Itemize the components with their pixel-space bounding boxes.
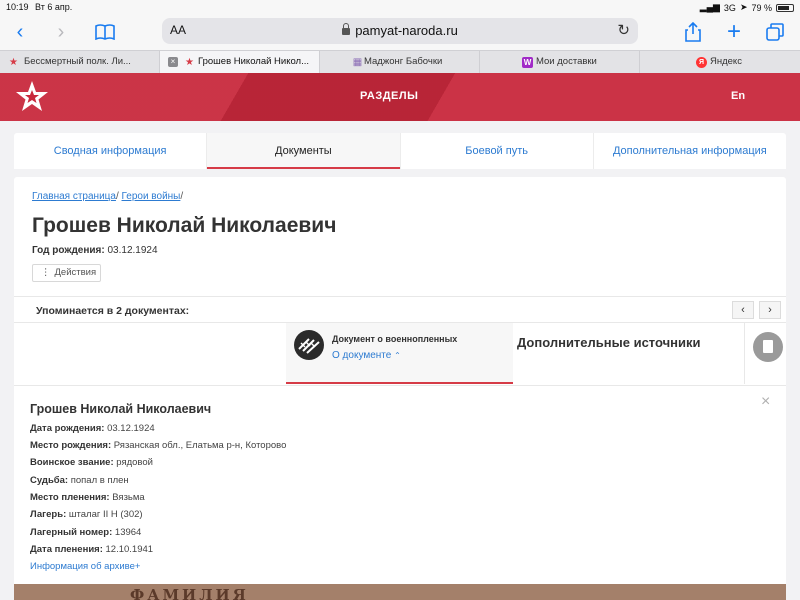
detail-row: Лагерь: шталаг II H (302) [30, 509, 143, 520]
close-icon[interactable]: × [761, 393, 770, 411]
divider [744, 323, 745, 384]
mentions-count: Упоминается в 2 документах: [36, 305, 190, 317]
browser-tab-label: Грошев Николай Никол... [198, 56, 310, 67]
site-logo-star-icon[interactable] [14, 79, 50, 115]
detail-row: Место пленения: Вязьма [30, 492, 145, 503]
detail-row: Воинское звание: рядовой [30, 457, 153, 468]
archive-info-link[interactable]: Информация об архиве+ [30, 561, 140, 572]
browser-tab-label: Мои доставки [536, 56, 597, 67]
browser-tab-bar: ★ Бессмертный полк. Ли... × ★ Грошев Ник… [0, 50, 800, 74]
sections-menu[interactable]: РАЗДЕЛЫ [360, 90, 418, 102]
birth-label: Год рождения: [32, 245, 105, 256]
signal-icon: ▂▄▆ [699, 2, 720, 12]
breadcrumb-heroes[interactable]: Герои войны [122, 191, 181, 202]
detail-row: Судьба: попал в плен [30, 475, 129, 486]
chevron-left-icon: ‹ [741, 304, 745, 316]
tabs-overview-icon[interactable] [763, 20, 787, 44]
detail-person-name: Грошев Николай Николаевич [30, 402, 212, 416]
browser-toolbar: ‹ › AA pamyat-naroda.ru ↻ + [0, 14, 800, 50]
browser-tab[interactable]: ▦ Маджонг Бабочки [320, 51, 480, 74]
breadcrumb-home[interactable]: Главная страница [32, 191, 116, 202]
actions-button[interactable]: ⋮ Действия [32, 264, 101, 282]
detail-row: Дата пленения: 12.10.1941 [30, 544, 154, 555]
person-card: Главная страница/ Герои войны/ Грошев Ни… [14, 177, 786, 600]
tab-documents[interactable]: Документы [207, 133, 401, 169]
browser-tab-active[interactable]: × ★ Грошев Николай Никол... [160, 51, 320, 74]
status-time: 10:19 [6, 2, 29, 12]
birth-year: Год рождения: 03.12.1924 [32, 245, 158, 256]
tab-summary[interactable]: Сводная информация [14, 133, 208, 169]
about-document-link[interactable]: О документе ⌃ [332, 350, 401, 361]
document-scan-image: ФАМИЛИЯ [14, 584, 786, 600]
browser-tab-label: Яндекс [710, 56, 742, 67]
breadcrumb: Главная страница/ Герои войны/ [32, 191, 184, 202]
back-icon[interactable]: ‹ [8, 20, 32, 44]
site-header: РАЗДЕЛЫ En [0, 73, 800, 121]
chevron-right-icon: › [768, 304, 772, 316]
chevron-up-icon: ⌃ [394, 351, 401, 360]
close-tab-icon[interactable]: × [168, 57, 178, 67]
reload-icon[interactable]: ↻ [617, 21, 630, 39]
share-icon[interactable] [681, 20, 705, 44]
document-scan-text: ФАМИЛИЯ [130, 586, 249, 600]
document-card-pow[interactable]: Документ о военнопленных О документе ⌃ [286, 323, 513, 384]
bookmarks-icon[interactable] [93, 20, 117, 44]
browser-tab-label: Маджонг Бабочки [364, 56, 443, 67]
next-documents-button[interactable]: › [759, 301, 781, 319]
barbed-wire-icon [294, 330, 324, 360]
prev-documents-button[interactable]: ‹ [732, 301, 754, 319]
divider [14, 296, 786, 297]
w-icon: W [522, 57, 533, 68]
page-title: Грошев Николай Николаевич [32, 214, 337, 237]
browser-tab-label: Бессмертный полк. Ли... [24, 56, 131, 67]
browser-tab[interactable]: ★ Бессмертный полк. Ли... [0, 51, 160, 74]
birth-value: 03.12.1924 [107, 245, 158, 256]
detail-row: Место рождения: Рязанская обл., Елатьма … [30, 440, 287, 451]
file-icon[interactable] [753, 332, 783, 362]
lock-icon [342, 23, 351, 35]
star-icon: ★ [9, 57, 18, 68]
divider [14, 385, 786, 386]
battery-percent: 79 % [751, 2, 772, 13]
address-bar[interactable]: AA pamyat-naroda.ru ↻ [162, 18, 638, 44]
tab-additional-info[interactable]: Дополнительная информация [594, 133, 786, 169]
browser-tab[interactable]: W Мои доставки [480, 51, 640, 74]
forward-icon[interactable]: › [49, 20, 73, 44]
document-title: Документ о военнопленных [332, 334, 458, 344]
network-label: 3G [723, 2, 736, 13]
actions-label: Действия [54, 267, 97, 278]
star-icon: ★ [185, 57, 194, 68]
more-vertical-icon: ⋮ [41, 267, 51, 278]
location-icon: ➤ [739, 2, 748, 12]
content-tabs: Сводная информация Документы Боевой путь… [14, 133, 786, 169]
status-date: Вт 6 апр. [35, 2, 73, 12]
language-switch[interactable]: En [731, 90, 745, 102]
url-text: pamyat-naroda.ru [355, 23, 458, 38]
status-bar: 10:19 Вт 6 апр. ▂▄▆ 3G ➤ 79 % [0, 0, 800, 14]
detail-row: Лагерный номер: 13964 [30, 527, 142, 538]
detail-row: Дата рождения: 03.12.1924 [30, 423, 155, 434]
new-tab-icon[interactable]: + [722, 20, 746, 44]
browser-tab[interactable]: Я Яндекс [640, 51, 800, 74]
mahjong-icon: ▦ [352, 57, 363, 68]
tab-combat-path[interactable]: Боевой путь [401, 133, 594, 169]
yandex-icon: Я [696, 57, 707, 68]
additional-sources-heading[interactable]: Дополнительные источники [517, 335, 701, 350]
battery-icon [776, 3, 794, 12]
